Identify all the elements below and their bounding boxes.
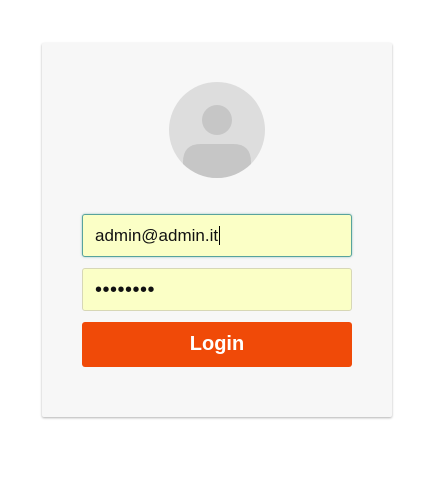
login-card: admin@admin.it •••••••• Login [42, 43, 392, 417]
password-value: •••••••• [95, 278, 156, 301]
email-value: admin@admin.it [95, 225, 219, 245]
email-field[interactable]: admin@admin.it [82, 214, 352, 257]
user-avatar-icon [169, 82, 265, 178]
password-field[interactable]: •••••••• [82, 268, 352, 311]
text-caret [219, 226, 221, 245]
login-button[interactable]: Login [82, 322, 352, 367]
